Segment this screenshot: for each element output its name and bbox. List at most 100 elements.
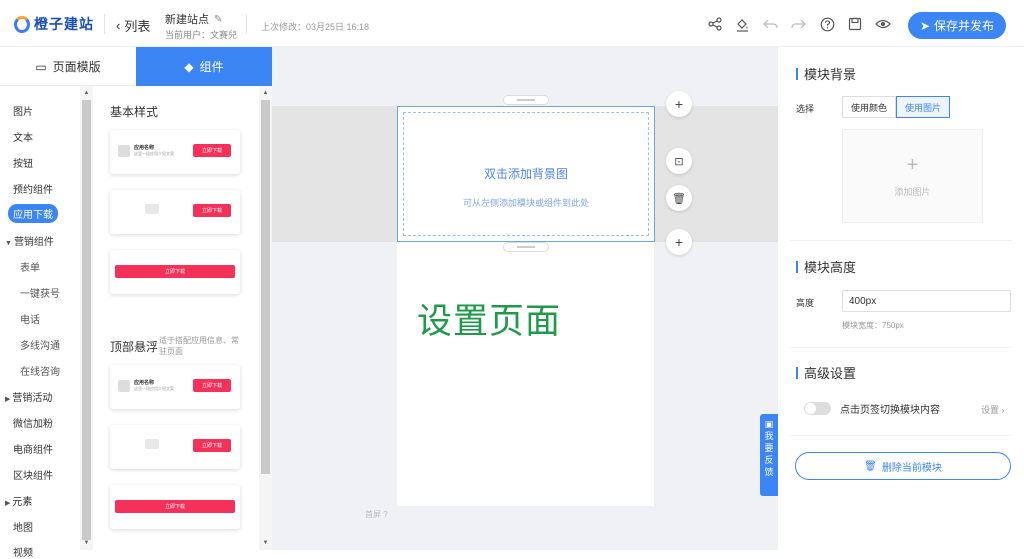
properties-panel: 模块背景 选择 使用颜色 使用图片 + 添加图片 模块高度 高度 400px 模… [778,47,1024,550]
current-user: 当前用户：文赛兒 [165,30,238,40]
section-title: 模块背景 [804,67,857,82]
top-bar: 橙子建站 ‹ 列表 新建站点 ✎ 当前用户：文赛兒 上次修改：03月25日 16… [0,0,1024,47]
feedback-char: 我 [764,431,774,441]
help-icon: ? [383,510,388,519]
height-input[interactable]: 400px [842,290,1011,312]
category-label: 营销活动 [12,393,53,404]
category-item[interactable]: 视频 [13,544,33,559]
background-module[interactable]: 双击添加背景图 可从左侧添加模块或组件到此处 [397,106,655,242]
category-group[interactable]: ▶ 元素 [5,493,32,508]
help-icon[interactable] [818,15,836,33]
preview-eye-icon[interactable] [874,15,892,33]
category-item[interactable]: 电话 [20,311,40,326]
category-item[interactable]: 文本 [13,129,33,144]
scroll-down-icon[interactable]: ▼ [80,538,93,548]
component-card[interactable]: 立即下载 [110,485,240,529]
category-item[interactable]: 在线咨询 [20,363,60,378]
share-icon[interactable] [706,15,724,33]
feedback-char: 馈 [764,467,774,477]
category-item[interactable]: 电商组件 [13,441,53,456]
back-label: 列表 [124,19,151,34]
category-item[interactable]: 预约组件 [13,181,53,196]
scrollbar-thumb[interactable] [82,100,91,540]
drop-zone[interactable]: 双击添加背景图 可从左侧添加模块或组件到此处 [403,112,649,236]
divider [790,240,1012,241]
feedback-char: 反 [764,455,774,465]
scroll-up-icon[interactable]: ▲ [80,88,93,98]
component-scrollbar[interactable]: ▲ ▼ [259,86,272,550]
undo-icon[interactable] [761,15,779,33]
add-image-label: 添加图片 [894,187,931,197]
tab-page-template[interactable]: ▭ 页面模版 [0,47,136,86]
plus-icon: + [906,154,919,176]
category-item[interactable]: 图片 [13,103,33,118]
settings-link[interactable]: 设置 › [981,403,1005,416]
use-color-option[interactable]: 使用颜色 [842,96,897,118]
download-button-preview: 立即下载 [193,439,231,452]
section-accent-bar [796,67,798,80]
category-item-active[interactable]: 应用下载 [8,204,58,223]
add-background-text: 双击添加背景图 [483,167,568,181]
divider [790,347,1012,348]
drag-grip-icon [517,246,535,248]
insert-icon: ⊡ [674,155,684,168]
download-button-preview: 立即下载 [193,379,231,392]
insert-module-button[interactable]: ⊡ [666,148,692,174]
download-button-preview: 立即下载 [193,144,231,157]
use-image-option[interactable]: 使用图片 [896,96,951,118]
logo[interactable]: 橙子建站 [14,14,94,34]
save-label: 保存并发布 [934,19,995,33]
app-icon-placeholder [118,145,130,157]
component-card[interactable]: 应用名称 这里一段应用介绍文案 立即下载 [110,365,240,409]
category-label: 元素 [12,497,33,508]
scroll-up-icon[interactable]: ▲ [259,88,272,98]
site-title-text: 新建站点 [165,14,209,26]
delete-module-button[interactable]: 🗑 删除当前模块 [795,452,1011,480]
category-item[interactable]: 按钮 [13,155,33,170]
left-tabs: ▭ 页面模版 ◆ 组件 [0,47,272,86]
redo-icon[interactable] [789,15,807,33]
delete-module-button[interactable]: 🗑 [666,185,692,211]
feedback-tab[interactable]: ▣ 我 要 反 馈 [760,414,778,496]
edit-icon[interactable]: ✎ [214,14,222,25]
logo-text: 橙子建站 [34,16,94,32]
tab-components[interactable]: ◆ 组件 [136,47,272,86]
drag-handle-top[interactable] [503,95,549,105]
feedback-icon: ▣ [764,419,774,429]
scrollbar-thumb[interactable] [261,100,270,474]
category-group[interactable]: ▼ 营销组件 [5,233,54,248]
category-group[interactable]: ▶ 营销活动 [5,389,52,404]
category-item[interactable]: 多线沟通 [20,337,60,352]
category-item[interactable]: 地图 [13,519,33,534]
category-scrollbar[interactable]: ▲ ▼ [80,86,93,550]
background-type-toggle: 使用颜色 使用图片 [842,96,951,118]
save-and-publish-button[interactable]: ➤ 保存并发布 [908,12,1006,39]
component-card[interactable]: 立即下载 [110,190,240,234]
drag-handle-bottom[interactable] [503,242,549,252]
component-card[interactable]: 立即下载 [110,250,240,294]
category-label: 营销组件 [13,237,54,248]
section-module-height: 模块高度 [796,257,856,276]
section-accent-bar [796,366,798,379]
add-module-above-button[interactable]: + [666,91,692,117]
scroll-down-icon[interactable]: ▼ [259,538,272,548]
category-item[interactable]: 区块组件 [13,467,53,482]
editor-canvas: 双击添加背景图 可从左侧添加模块或组件到此处 设置页面 + ⊡ 🗑 + 首屏 ? [272,47,778,550]
add-module-below-button[interactable]: + [666,229,692,255]
category-item[interactable]: 微信加粉 [13,415,53,430]
download-button-preview: 立即下载 [115,265,235,278]
divider [790,435,1012,436]
page-heading: 设置页面 [417,302,562,341]
category-item[interactable]: 表单 [20,259,40,274]
download-button-preview: 立即下载 [115,500,235,513]
category-item[interactable]: 一键获号 [20,285,60,300]
component-card[interactable]: 立即下载 [110,425,240,469]
back-to-list-button[interactable]: ‹ 列表 [116,16,150,35]
tab-switch-toggle[interactable] [804,402,831,415]
logo-icon [14,15,30,33]
save-draft-icon[interactable] [846,15,864,33]
paint-bucket-icon[interactable] [733,15,751,33]
component-card[interactable]: 应用名称 这里一段应用介绍文案 立即下载 [110,130,240,174]
add-image-upload[interactable]: + 添加图片 [842,129,983,223]
image-placeholder [145,204,159,214]
